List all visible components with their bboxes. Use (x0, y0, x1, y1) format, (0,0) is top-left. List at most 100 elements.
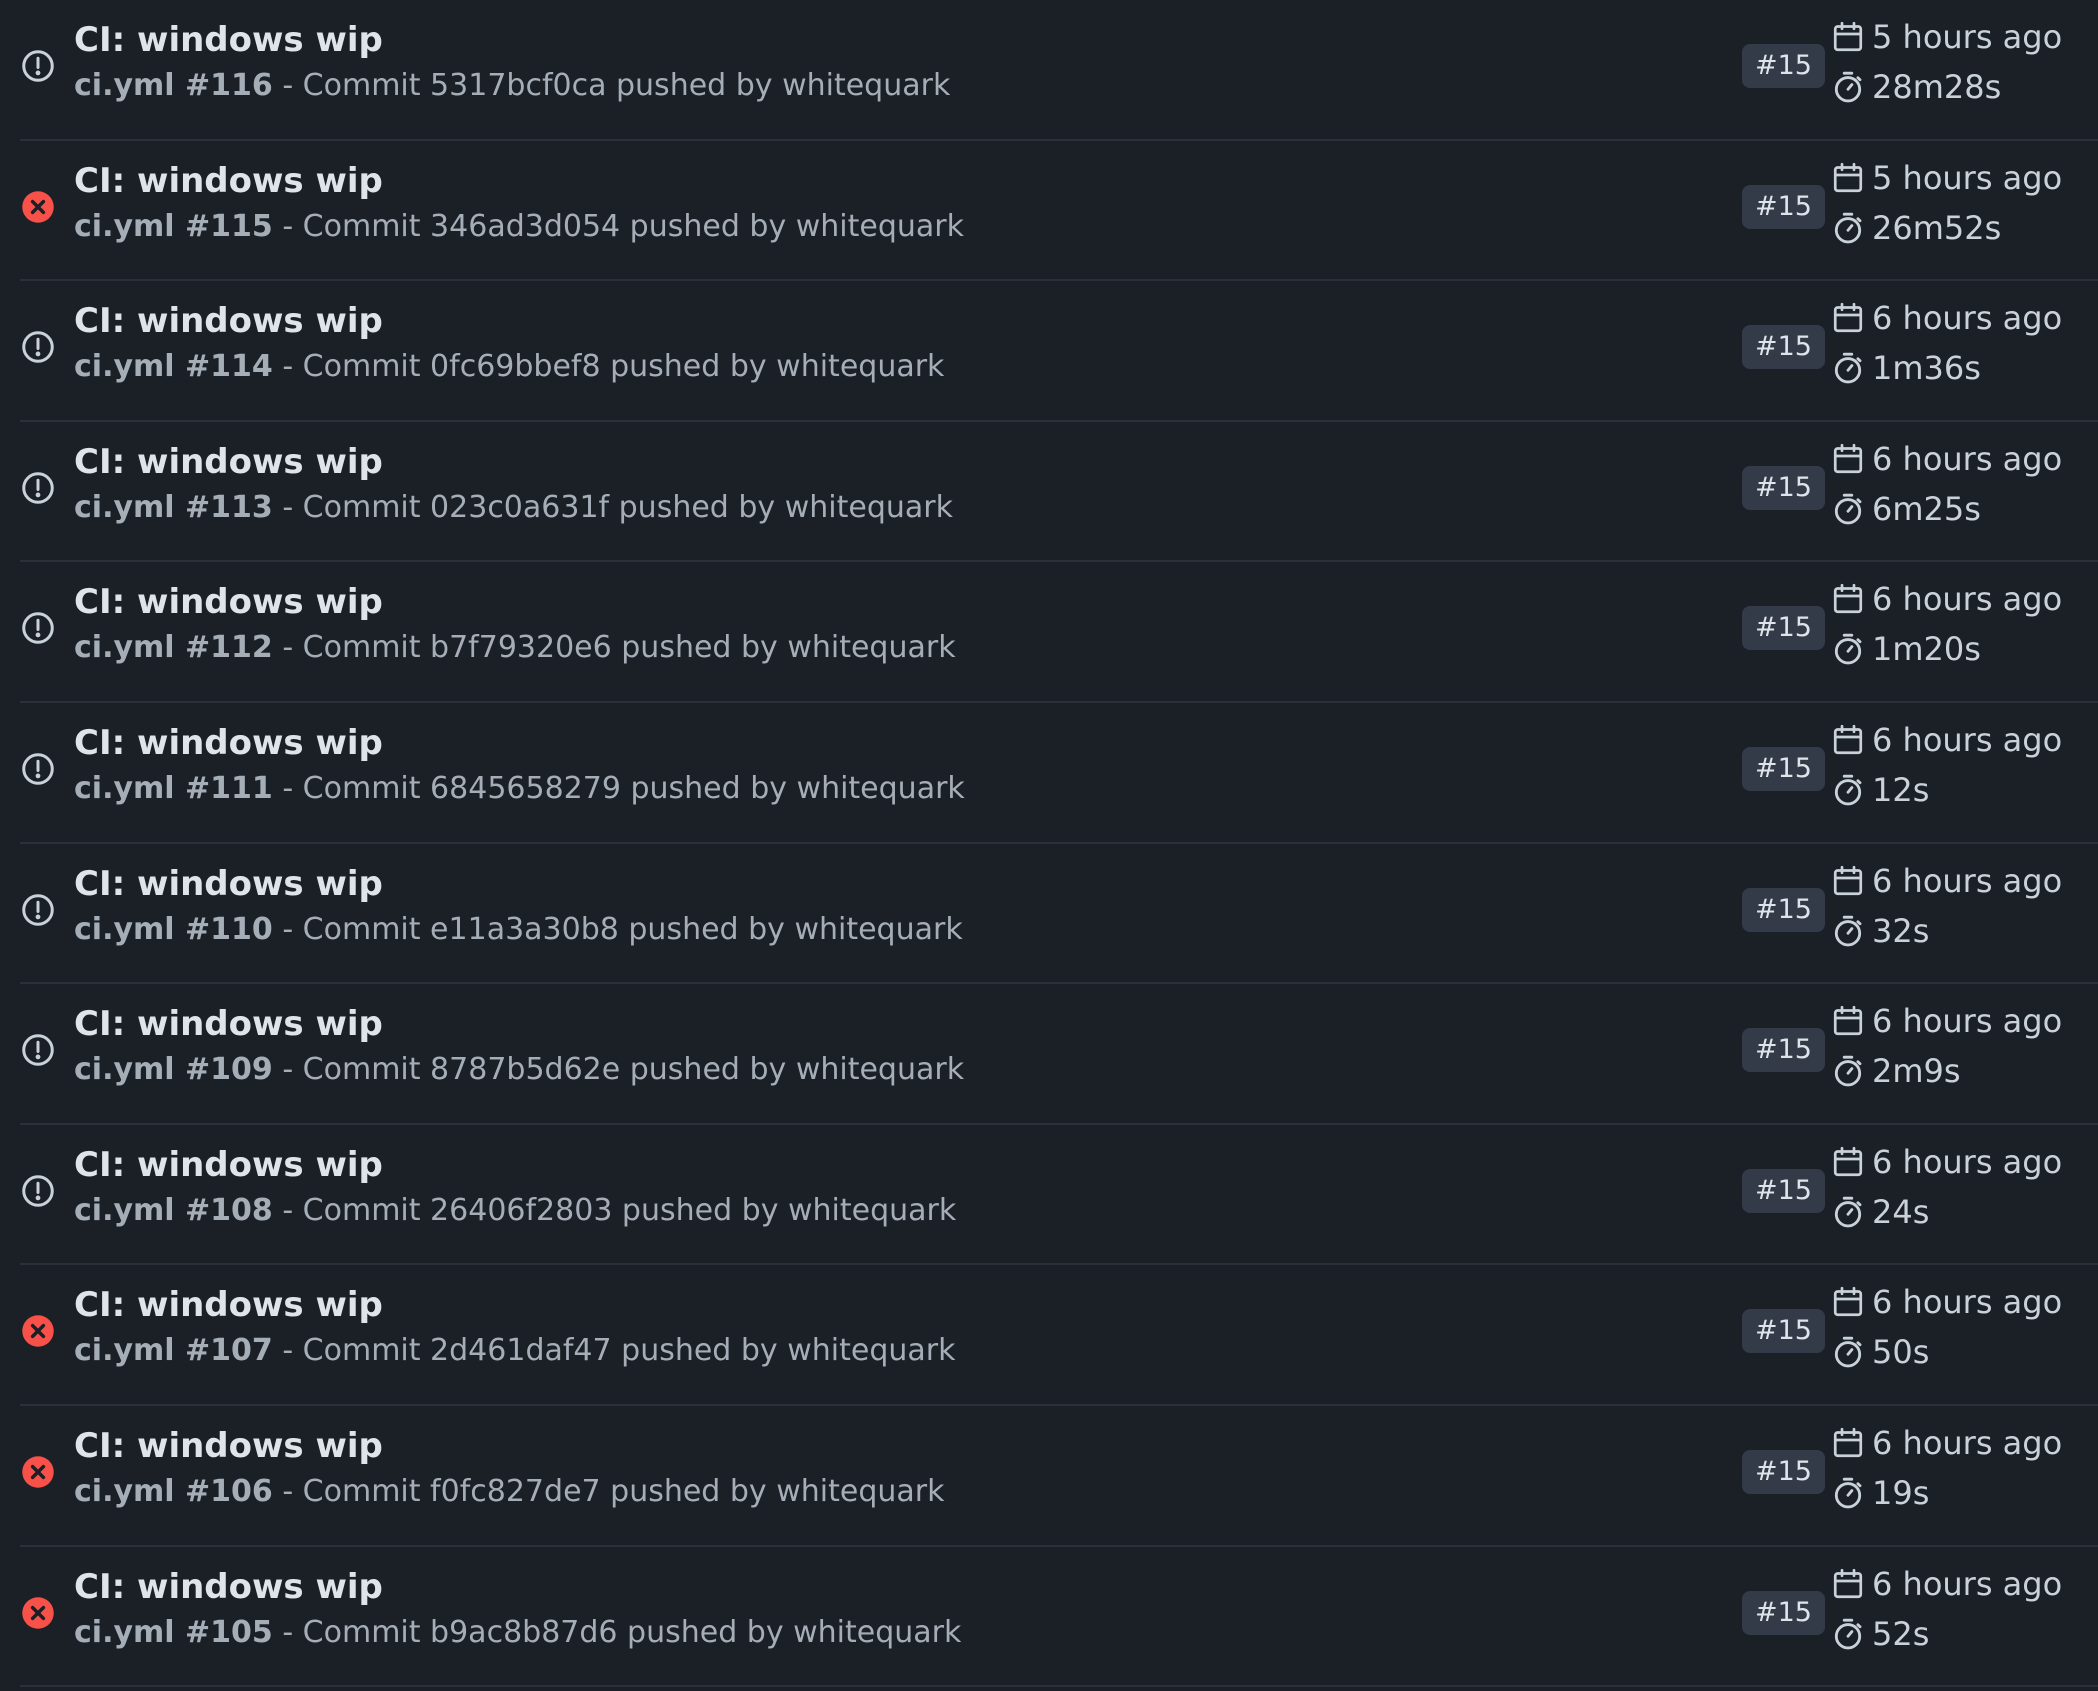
calendar-icon (1830, 581, 1866, 617)
pr-badge[interactable]: #15 (1742, 1590, 1825, 1635)
run-title[interactable]: CI: windows wip (74, 1285, 383, 1325)
run-meta: ci.yml #109 - Commit 8787b5d62e pushed b… (74, 1052, 964, 1087)
workflow-run-row[interactable]: CI: windows wip ci.yml #109 - Commit 878… (20, 984, 2098, 1125)
pr-badge[interactable]: #15 (1742, 1449, 1825, 1494)
x-circle-fill-icon (20, 1454, 56, 1490)
run-title[interactable]: CI: windows wip (74, 1145, 383, 1185)
workflow-run-row[interactable]: CI: windows wip ci.yml #106 - Commit f0f… (20, 1406, 2098, 1547)
workflow-run-row[interactable]: CI: windows wip ci.yml #115 - Commit 346… (20, 141, 2098, 282)
pr-badge[interactable]: #15 (1742, 325, 1825, 370)
workflow-run-number: ci.yml #110 (74, 911, 273, 947)
pr-badge[interactable]: #15 (1742, 44, 1825, 88)
run-meta: ci.yml #105 - Commit b9ac8b87d6 pushed b… (74, 1615, 961, 1650)
calendar-icon (1830, 160, 1866, 196)
run-meta: ci.yml #115 - Commit 346ad3d054 pushed b… (74, 209, 964, 244)
commit-description: - Commit 26406f2803 pushed by whitequark (282, 1192, 957, 1228)
alert-circle-icon (20, 892, 56, 928)
stopwatch-icon (1830, 1616, 1866, 1652)
run-started-text: 6 hours ago (1872, 720, 2063, 759)
workflow-run-row[interactable]: CI: windows wip ci.yml #116 - Commit 531… (20, 0, 2098, 141)
pr-badge[interactable]: #15 (1742, 184, 1825, 229)
pr-badge[interactable]: #15 (1742, 887, 1825, 932)
workflow-run-row[interactable]: CI: windows wip ci.yml #114 - Commit 0fc… (20, 281, 2098, 422)
workflow-run-row[interactable]: CI: windows wip ci.yml #110 - Commit e11… (20, 844, 2098, 985)
calendar-icon (1830, 1425, 1866, 1461)
run-meta: ci.yml #113 - Commit 023c0a631f pushed b… (74, 490, 953, 525)
workflow-run-number: ci.yml #109 (74, 1052, 273, 1088)
x-circle-fill-icon (20, 1595, 56, 1631)
workflow-run-row[interactable]: CI: windows wip ci.yml #113 - Commit 023… (20, 422, 2098, 563)
run-title[interactable]: CI: windows wip (74, 442, 383, 482)
workflow-run-row[interactable]: CI: windows wip ci.yml #111 - Commit 684… (20, 703, 2098, 844)
run-title[interactable]: CI: windows wip (74, 1426, 383, 1466)
workflow-run-row[interactable]: CI: windows wip ci.yml #107 - Commit 2d4… (20, 1265, 2098, 1406)
workflow-run-number: ci.yml #115 (74, 208, 273, 244)
run-duration: 32s (1830, 912, 1929, 950)
calendar-icon (1830, 863, 1866, 899)
run-started: 6 hours ago (1830, 580, 2062, 618)
run-meta: ci.yml #116 - Commit 5317bcf0ca pushed b… (74, 68, 950, 103)
run-duration-text: 1m20s (1872, 630, 1981, 669)
run-duration: 24s (1830, 1193, 1929, 1231)
workflow-run-number: ci.yml #116 (74, 68, 273, 103)
run-duration-text: 50s (1872, 1333, 1930, 1372)
run-started: 6 hours ago (1830, 440, 2062, 478)
run-duration: 6m25s (1830, 490, 1981, 528)
run-duration: 1m20s (1830, 630, 1981, 668)
calendar-icon (1830, 1003, 1866, 1039)
run-title[interactable]: CI: windows wip (74, 301, 383, 341)
stopwatch-icon (1830, 1194, 1866, 1230)
run-started: 6 hours ago (1830, 299, 2062, 337)
stopwatch-icon (1830, 210, 1866, 246)
run-started-text: 6 hours ago (1872, 1142, 2063, 1181)
workflow-run-number: ci.yml #112 (74, 630, 273, 666)
commit-description: - Commit 346ad3d054 pushed by whitequark (282, 208, 964, 244)
run-duration-text: 2m9s (1872, 1052, 1961, 1091)
stopwatch-icon (1830, 350, 1866, 386)
commit-description: - Commit 5317bcf0ca pushed by whitequark (282, 68, 951, 103)
run-title[interactable]: CI: windows wip (74, 723, 383, 763)
run-meta: ci.yml #112 - Commit b7f79320e6 pushed b… (74, 630, 956, 665)
run-title[interactable]: CI: windows wip (74, 1567, 383, 1607)
alert-circle-icon (20, 470, 56, 506)
run-duration-text: 1m36s (1872, 349, 1981, 388)
calendar-icon (1830, 1144, 1866, 1180)
run-duration-text: 28m28s (1872, 68, 2002, 106)
run-meta: ci.yml #111 - Commit 6845658279 pushed b… (74, 771, 965, 806)
run-started: 6 hours ago (1830, 721, 2062, 759)
calendar-icon (1830, 19, 1866, 55)
run-title[interactable]: CI: windows wip (74, 1004, 383, 1044)
run-started: 6 hours ago (1830, 1565, 2062, 1603)
run-title[interactable]: CI: windows wip (74, 161, 383, 201)
workflow-run-list: CI: windows wip ci.yml #116 - Commit 531… (20, 0, 2098, 1688)
pr-badge[interactable]: #15 (1742, 465, 1825, 510)
run-duration-text: 32s (1872, 911, 1930, 950)
workflow-run-row[interactable]: CI: windows wip ci.yml #105 - Commit b9a… (20, 1547, 2098, 1688)
commit-description: - Commit 0fc69bbef8 pushed by whitequark (282, 349, 945, 385)
run-started-text: 6 hours ago (1872, 861, 2063, 900)
workflow-run-row[interactable]: CI: windows wip ci.yml #108 - Commit 264… (20, 1125, 2098, 1266)
pr-badge[interactable]: #15 (1742, 606, 1825, 651)
pr-badge[interactable]: #15 (1742, 746, 1825, 791)
x-circle-fill-icon (20, 189, 56, 225)
run-duration: 12s (1830, 771, 1929, 809)
calendar-icon (1830, 722, 1866, 758)
run-title[interactable]: CI: windows wip (74, 864, 383, 904)
commit-description: - Commit e11a3a30b8 pushed by whitequark (282, 911, 963, 947)
stopwatch-icon (1830, 1475, 1866, 1511)
run-title[interactable]: CI: windows wip (74, 582, 383, 622)
run-duration: 1m36s (1830, 349, 1981, 387)
run-started-text: 6 hours ago (1872, 1002, 2063, 1041)
run-duration-text: 52s (1872, 1614, 1930, 1653)
run-started: 6 hours ago (1830, 1283, 2062, 1321)
commit-description: - Commit 6845658279 pushed by whitequark (282, 770, 965, 806)
run-duration-text: 6m25s (1872, 489, 1981, 528)
pr-badge[interactable]: #15 (1742, 1309, 1825, 1354)
run-title[interactable]: CI: windows wip (74, 20, 383, 60)
pr-badge[interactable]: #15 (1742, 1028, 1825, 1073)
stopwatch-icon (1830, 913, 1866, 949)
run-started: 5 hours ago (1830, 18, 2062, 56)
stopwatch-icon (1830, 1334, 1866, 1370)
workflow-run-row[interactable]: CI: windows wip ci.yml #112 - Commit b7f… (20, 562, 2098, 703)
pr-badge[interactable]: #15 (1742, 1168, 1825, 1213)
